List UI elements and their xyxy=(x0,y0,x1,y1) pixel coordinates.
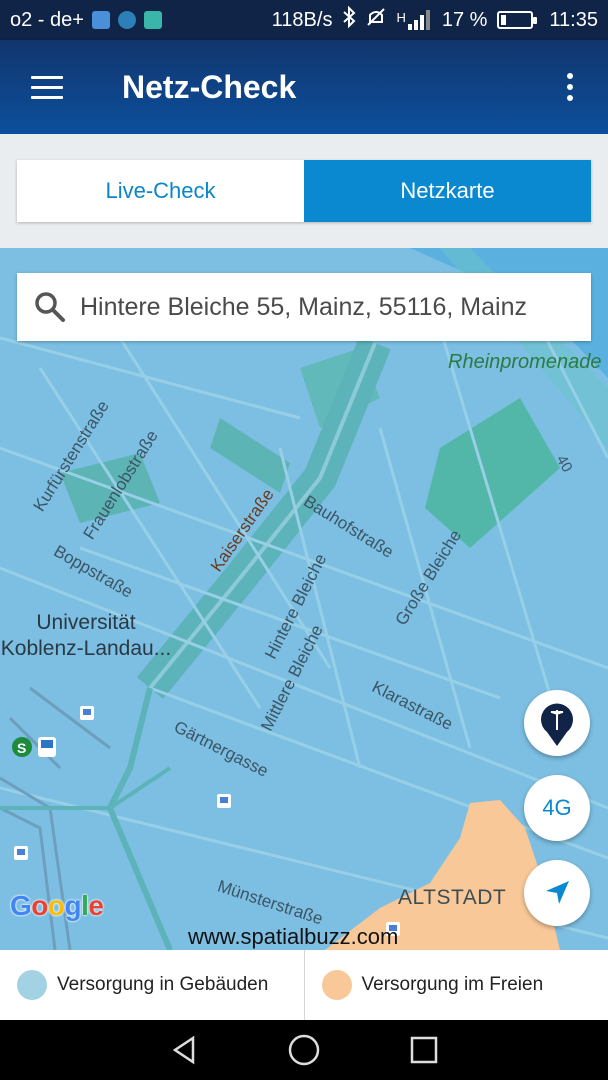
status-bar: o2 - de+ 118B/s H 17 % 11:35 xyxy=(0,0,608,40)
tabs-area: Live-Check Netzkarte xyxy=(0,134,608,248)
mail-icon xyxy=(143,11,162,29)
hamburger-menu-icon[interactable] xyxy=(17,57,77,117)
google-logo: Google xyxy=(10,890,104,922)
google-logo-text: Google xyxy=(10,890,104,921)
tab-bar: Live-Check Netzkarte xyxy=(17,160,591,222)
battery-percent: 17 % xyxy=(441,8,488,31)
tab-live-check[interactable]: Live-Check xyxy=(17,160,304,222)
legend-label-indoor: Versorgung in Gebäuden xyxy=(57,974,269,995)
spatialbuzz-watermark: www.spatialbuzz.com xyxy=(188,924,399,949)
system-navigation-bar xyxy=(0,1020,608,1080)
home-icon[interactable] xyxy=(287,1033,321,1067)
university-label: Universität Koblenz-Landau... xyxy=(0,611,172,660)
battery-fill xyxy=(501,15,507,25)
back-icon[interactable] xyxy=(169,1035,199,1065)
coverage-legend: Versorgung in Gebäuden Versorgung im Fre… xyxy=(0,950,608,1020)
search-icon[interactable] xyxy=(33,290,67,324)
indoor-coverage-swatch xyxy=(17,970,47,1000)
recent-apps-icon[interactable] xyxy=(409,1035,439,1065)
net-speed: 118B/s xyxy=(271,8,333,31)
app-title: Netz-Check xyxy=(122,68,297,105)
app-bar: Netz-Check xyxy=(0,40,608,134)
cell-tower-icon xyxy=(541,703,573,746)
more-options-icon[interactable] xyxy=(550,57,590,117)
address-search-bar[interactable]: Hintere Bleiche 55, Mainz, 55116, Mainz xyxy=(17,273,591,341)
outdoor-coverage-swatch xyxy=(321,970,352,1000)
battery-icon xyxy=(497,11,538,29)
clock: 11:35 xyxy=(549,8,598,31)
network-type: H xyxy=(396,10,406,25)
navigation-arrow-icon xyxy=(546,881,569,904)
legend-label-outdoor: Versorgung im Freien xyxy=(361,974,544,995)
altstadt-label: ALTSTADT xyxy=(398,886,507,909)
locate-me-button[interactable] xyxy=(524,860,590,926)
search-input[interactable]: Hintere Bleiche 55, Mainz, 55116, Mainz xyxy=(80,293,527,322)
signal-icon: H xyxy=(396,10,431,30)
picture-icon xyxy=(91,11,110,29)
bluetooth-icon xyxy=(342,5,356,34)
legend-item-indoor: Versorgung in Gebäuden xyxy=(0,950,304,1020)
cell-tower-button[interactable] xyxy=(524,690,590,756)
coverage-map[interactable]: S Rheinpromenade 40 Universität Koblenz-… xyxy=(0,248,608,950)
legend-item-outdoor: Versorgung im Freien xyxy=(303,950,608,1020)
cloud-icon xyxy=(117,11,136,29)
svg-text:S: S xyxy=(17,740,26,756)
network-type-button[interactable]: 4G xyxy=(524,775,590,841)
tab-netzkarte[interactable]: Netzkarte xyxy=(304,160,591,222)
mute-icon xyxy=(366,7,386,33)
carrier-label: o2 - de+ xyxy=(10,8,84,31)
rheinpromenade-label: Rheinpromenade xyxy=(448,351,602,373)
